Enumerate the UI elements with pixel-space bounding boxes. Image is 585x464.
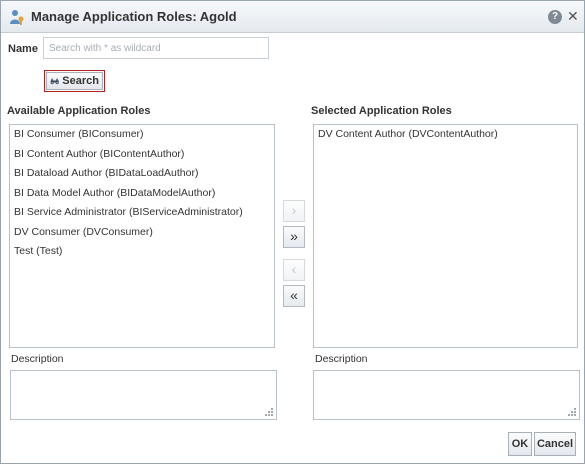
name-label: Name <box>8 43 38 55</box>
cancel-button[interactable]: Cancel <box>534 432 576 456</box>
manage-application-roles-dialog: Manage Application Roles: Agold ? ✕ Name… <box>0 0 585 464</box>
name-search-input[interactable] <box>43 37 269 59</box>
remove-all-button[interactable]: « <box>283 285 305 307</box>
available-description-field[interactable] <box>10 370 277 420</box>
resize-grip-icon[interactable] <box>568 408 577 417</box>
search-button[interactable]: Search <box>46 72 103 90</box>
dialog-titlebar: Manage Application Roles: Agold ? ✕ <box>1 1 584 33</box>
selected-roles-list[interactable]: DV Content Author (DVContentAuthor) <box>313 124 578 348</box>
close-icon[interactable]: ✕ <box>567 8 579 24</box>
available-roles-list[interactable]: BI Consumer (BIConsumer) BI Content Auth… <box>9 124 275 348</box>
list-item[interactable]: BI Content Author (BIContentAuthor) <box>10 145 274 165</box>
move-selected-button[interactable]: › <box>283 200 305 222</box>
available-description-label: Description <box>11 353 64 365</box>
list-item[interactable]: BI Data Model Author (BIDataModelAuthor) <box>10 184 274 204</box>
list-item[interactable]: BI Consumer (BIConsumer) <box>10 125 274 145</box>
selected-description-label: Description <box>315 353 368 365</box>
list-item[interactable]: Test (Test) <box>10 242 274 262</box>
list-item[interactable]: DV Content Author (DVContentAuthor) <box>314 125 577 145</box>
list-item[interactable]: DV Consumer (DVConsumer) <box>10 223 274 243</box>
move-all-button[interactable]: » <box>283 226 305 248</box>
selected-description-field[interactable] <box>313 370 580 420</box>
list-item[interactable]: BI Dataload Author (BIDataLoadAuthor) <box>10 164 274 184</box>
search-button-label: Search <box>62 75 99 87</box>
binoculars-icon <box>50 78 59 84</box>
available-roles-heading: Available Application Roles <box>7 105 151 117</box>
list-item[interactable]: BI Service Administrator (BIServiceAdmin… <box>10 203 274 223</box>
selected-roles-heading: Selected Application Roles <box>311 105 452 117</box>
user-roles-icon <box>10 10 24 25</box>
help-icon[interactable]: ? <box>548 10 562 24</box>
ok-button[interactable]: OK <box>508 432 532 456</box>
search-button-focus-ring: Search <box>44 70 105 92</box>
dialog-title: Manage Application Roles: Agold <box>31 9 237 24</box>
remove-selected-button[interactable]: ‹ <box>283 259 305 281</box>
resize-grip-icon[interactable] <box>265 408 274 417</box>
